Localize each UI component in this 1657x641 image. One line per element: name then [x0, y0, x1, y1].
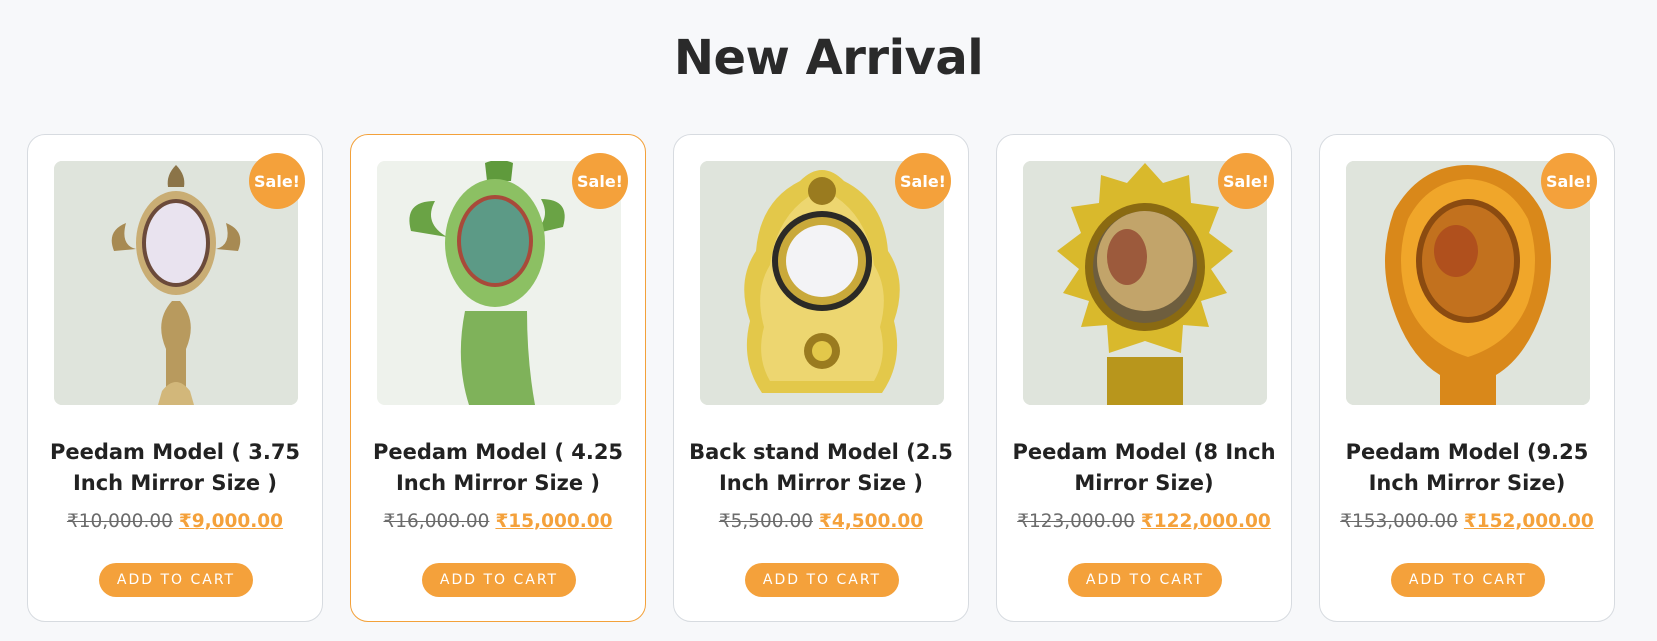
sale-price: ₹15,000.00: [495, 511, 613, 532]
sale-badge: Sale!: [249, 153, 305, 209]
product-grid: Sale! Peedam Model ( 3.75 Inch Mirror Si…: [27, 134, 1615, 622]
product-title[interactable]: Peedam Model ( 3.75 Inch Mirror Size ): [42, 437, 308, 499]
sale-price: ₹122,000.00: [1140, 511, 1271, 532]
price-block: ₹10,000.00 ₹9,000.00: [28, 511, 322, 532]
product-card[interactable]: Sale! Peedam Model (8 Inch Mirror Size) …: [996, 134, 1292, 622]
add-to-cart-button[interactable]: ADD TO CART: [99, 563, 253, 597]
sale-price: ₹152,000.00: [1463, 511, 1594, 532]
sale-price: ₹4,500.00: [818, 511, 924, 532]
sale-badge: Sale!: [572, 153, 628, 209]
product-card[interactable]: Sale! Peedam Model (9.25 Inch Mirror Siz…: [1319, 134, 1615, 622]
old-price: ₹153,000.00: [1340, 511, 1458, 532]
add-to-cart-button[interactable]: ADD TO CART: [422, 563, 576, 597]
sale-badge: Sale!: [1541, 153, 1597, 209]
add-to-cart-button[interactable]: ADD TO CART: [1391, 563, 1545, 597]
old-price: ₹10,000.00: [66, 511, 173, 532]
product-title[interactable]: Peedam Model (9.25 Inch Mirror Size): [1334, 437, 1600, 499]
product-card[interactable]: Sale! Back stand Model (2.5 Inch Mirror …: [673, 134, 969, 622]
price-block: ₹5,500.00 ₹4,500.00: [674, 511, 968, 532]
price-block: ₹153,000.00 ₹152,000.00: [1320, 511, 1614, 532]
price-block: ₹16,000.00 ₹15,000.00: [351, 511, 645, 532]
sale-price: ₹9,000.00: [178, 511, 284, 532]
price-block: ₹123,000.00 ₹122,000.00: [997, 511, 1291, 532]
section-title: New Arrival: [673, 30, 984, 86]
sale-badge: Sale!: [895, 153, 951, 209]
product-title[interactable]: Peedam Model ( 4.25 Inch Mirror Size ): [365, 437, 631, 499]
old-price: ₹5,500.00: [718, 511, 813, 532]
product-title[interactable]: Peedam Model (8 Inch Mirror Size): [1011, 437, 1277, 499]
sale-badge: Sale!: [1218, 153, 1274, 209]
product-card[interactable]: Sale! Peedam Model ( 3.75 Inch Mirror Si…: [27, 134, 323, 622]
old-price: ₹123,000.00: [1017, 511, 1135, 532]
product-card[interactable]: Sale! Peedam Model ( 4.25 Inch Mirror Si…: [350, 134, 646, 622]
add-to-cart-button[interactable]: ADD TO CART: [745, 563, 899, 597]
old-price: ₹16,000.00: [383, 511, 490, 532]
add-to-cart-button[interactable]: ADD TO CART: [1068, 563, 1222, 597]
product-title[interactable]: Back stand Model (2.5 Inch Mirror Size ): [688, 437, 954, 499]
